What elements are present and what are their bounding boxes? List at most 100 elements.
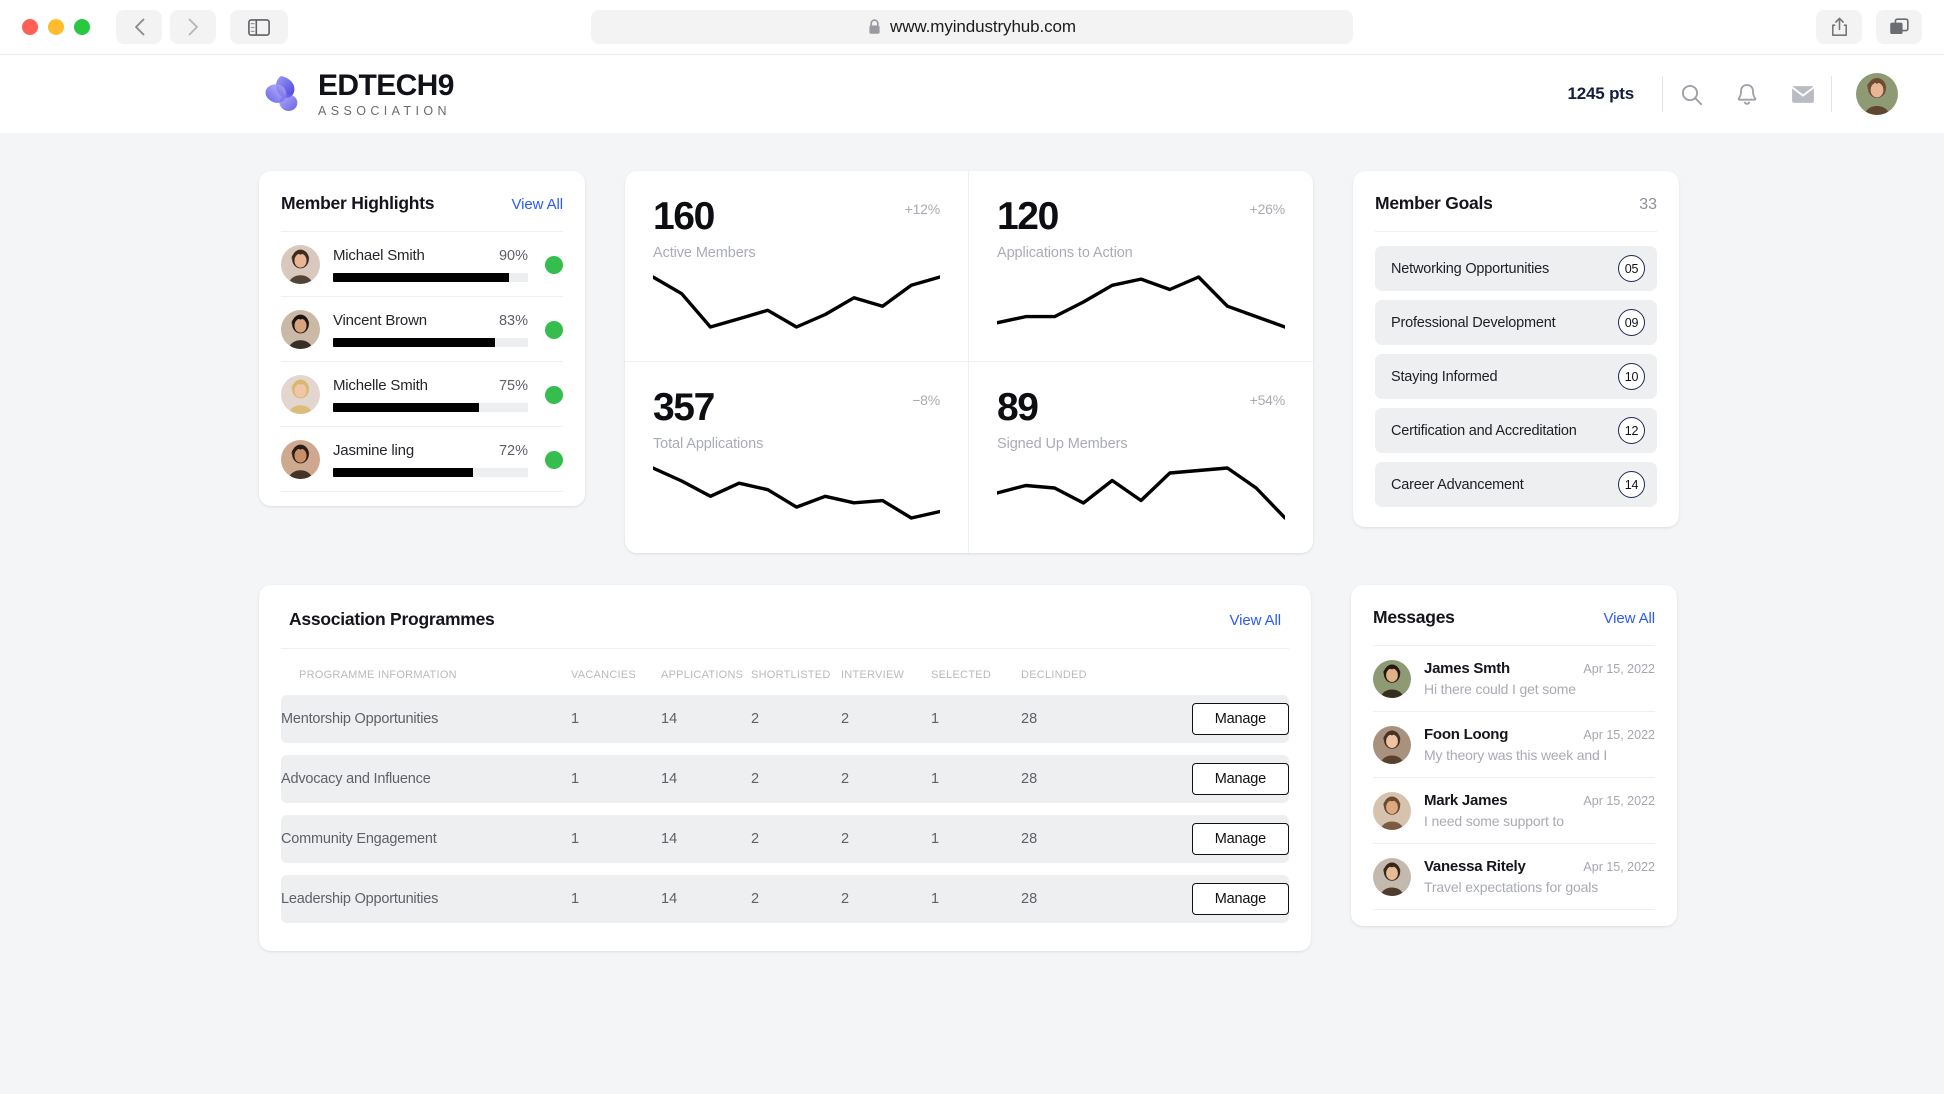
avatar xyxy=(1373,726,1411,764)
list-item[interactable]: James Smth Apr 15, 2022 Hi there could I… xyxy=(1373,645,1655,711)
close-window-button[interactable] xyxy=(22,19,38,35)
stats-grid: 160 +12% Active Members 120 +26% Applica… xyxy=(625,171,1313,553)
brand-subtitle: ASSOCIATION xyxy=(318,103,451,118)
programme-name: Advocacy and Influence xyxy=(281,755,571,803)
goal-count-badge: 14 xyxy=(1618,471,1645,498)
avatar[interactable] xyxy=(1856,73,1898,115)
table-row[interactable]: Community Engagement 1 14 2 2 1 28 Manag… xyxy=(281,815,1289,863)
programme-name: Community Engagement xyxy=(281,815,571,863)
list-item[interactable]: Michelle Smith 75% xyxy=(281,361,563,426)
cell-shortlisted: 2 xyxy=(751,815,841,863)
programmes-title: Association Programmes xyxy=(289,609,495,629)
goal-label: Networking Opportunities xyxy=(1391,260,1549,277)
member-percent: 83% xyxy=(498,313,528,329)
programmes-view-all[interactable]: View All xyxy=(1230,612,1282,629)
member-goals-title: Member Goals xyxy=(1375,193,1493,213)
cell-interview: 2 xyxy=(841,815,931,863)
row-spacer xyxy=(281,803,1289,815)
address-bar[interactable]: www.myindustryhub.com xyxy=(591,10,1353,44)
cell-actions: Manage xyxy=(1151,755,1289,803)
goal-item[interactable]: Networking Opportunities 05 xyxy=(1375,246,1657,291)
table-row[interactable]: Advocacy and Influence 1 14 2 2 1 28 Man… xyxy=(281,755,1289,803)
notifications-button[interactable] xyxy=(1719,74,1775,114)
member-info: Michael Smith 90% xyxy=(333,247,528,282)
member-highlights-card: Member Highlights View All Michael Smith… xyxy=(259,171,585,506)
progress-bar xyxy=(333,273,528,282)
list-item[interactable]: Foon Loong Apr 15, 2022 My theory was th… xyxy=(1373,711,1655,777)
progress-bar-fill xyxy=(333,273,509,282)
member-percent: 90% xyxy=(498,248,528,264)
list-item[interactable]: Vincent Brown 83% xyxy=(281,296,563,361)
messages-title: Messages xyxy=(1373,607,1455,627)
column-header: PROGRAMME INFORMATION xyxy=(299,669,457,681)
minimize-window-button[interactable] xyxy=(48,19,64,35)
programme-name: Leadership Opportunities xyxy=(281,875,571,923)
cell-actions: Manage xyxy=(1151,875,1289,923)
column-header: SHORTLISTED xyxy=(751,669,831,681)
manage-button[interactable]: Manage xyxy=(1191,883,1289,915)
manage-button[interactable]: Manage xyxy=(1191,703,1289,735)
goal-item[interactable]: Career Advancement 14 xyxy=(1375,462,1657,507)
cell-declined: 28 xyxy=(1021,815,1151,863)
share-button[interactable] xyxy=(1816,10,1862,44)
progress-bar-fill xyxy=(333,338,495,347)
stat-card: 357 −8% Total Applications xyxy=(625,362,969,553)
goal-count-badge: 12 xyxy=(1618,417,1645,444)
programmes-table-head: PROGRAMME INFORMATION VACANCIES APPLICATIO… xyxy=(281,649,1289,695)
browser-actions[interactable] xyxy=(1816,10,1922,44)
member-info: Jasmine ling 72% xyxy=(333,442,528,477)
sidebar-toggle-button[interactable] xyxy=(230,10,288,44)
programmes-table-body: Mentorship Opportunities 1 14 2 2 1 28 M… xyxy=(281,695,1289,923)
mail-button[interactable] xyxy=(1775,74,1831,114)
brand-logo[interactable]: EDTECH9 ASSOCIATION xyxy=(258,70,454,118)
manage-button[interactable]: Manage xyxy=(1191,823,1289,855)
programmes-header: Association Programmes View All xyxy=(281,609,1289,649)
window-controls[interactable] xyxy=(22,19,90,35)
member-info: Vincent Brown 83% xyxy=(333,312,528,347)
cell-applications: 14 xyxy=(661,695,751,743)
sparkline-chart xyxy=(997,271,1285,337)
tabs-overview-button[interactable] xyxy=(1876,10,1922,44)
member-goals-count: 33 xyxy=(1639,196,1657,213)
message-info: Foon Loong Apr 15, 2022 My theory was th… xyxy=(1424,726,1655,763)
messages-card: Messages View All James Smth Apr 15, 202… xyxy=(1351,585,1677,926)
nav-buttons[interactable] xyxy=(116,10,216,44)
forward-button[interactable] xyxy=(170,10,216,44)
table-row[interactable]: Leadership Opportunities 1 14 2 2 1 28 M… xyxy=(281,875,1289,923)
member-goals-list: Networking Opportunities 05 Professional … xyxy=(1375,231,1657,507)
search-button[interactable] xyxy=(1663,74,1719,114)
back-button[interactable] xyxy=(116,10,162,44)
maximize-window-button[interactable] xyxy=(74,19,90,35)
list-item[interactable]: Mark James Apr 15, 2022 I need some supp… xyxy=(1373,777,1655,843)
message-date: Apr 15, 2022 xyxy=(1583,728,1655,742)
goal-label: Professional Development xyxy=(1391,314,1556,331)
cell-interview: 2 xyxy=(841,755,931,803)
table-row[interactable]: Mentorship Opportunities 1 14 2 2 1 28 M… xyxy=(281,695,1289,743)
list-item[interactable]: Michael Smith 90% xyxy=(281,231,563,296)
message-sender: Foon Loong xyxy=(1424,726,1509,743)
goal-item[interactable]: Professional Development 09 xyxy=(1375,300,1657,345)
column-header: INTERVIEW xyxy=(841,669,905,681)
avatar xyxy=(1373,660,1411,698)
status-badge xyxy=(545,255,563,274)
goal-item[interactable]: Staying Informed 10 xyxy=(1375,354,1657,399)
message-info: Vanessa Ritely Apr 15, 2022 Travel expec… xyxy=(1424,858,1655,895)
lock-icon xyxy=(869,19,880,34)
avatar xyxy=(281,245,320,284)
member-highlights-list: Michael Smith 90% Vincent Brown 83% Mich… xyxy=(281,231,563,491)
messages-view-all[interactable]: View All xyxy=(1604,610,1656,627)
row-spacer xyxy=(281,863,1289,875)
cell-selected: 1 xyxy=(931,695,1021,743)
column-header: SELECTED xyxy=(931,669,992,681)
list-item[interactable]: Vanessa Ritely Apr 15, 2022 Travel expec… xyxy=(1373,843,1655,909)
list-bottom-divider xyxy=(281,491,563,492)
member-percent: 72% xyxy=(498,443,528,459)
goal-count-badge: 09 xyxy=(1618,309,1645,336)
member-highlights-view-all[interactable]: View All xyxy=(512,196,564,213)
list-item[interactable]: Jasmine ling 72% xyxy=(281,426,563,491)
goal-item[interactable]: Certification and Accreditation 12 xyxy=(1375,408,1657,453)
manage-button[interactable]: Manage xyxy=(1191,763,1289,795)
cell-shortlisted: 2 xyxy=(751,875,841,923)
stat-value: 89 xyxy=(997,386,1039,429)
progress-bar-fill xyxy=(333,403,480,412)
